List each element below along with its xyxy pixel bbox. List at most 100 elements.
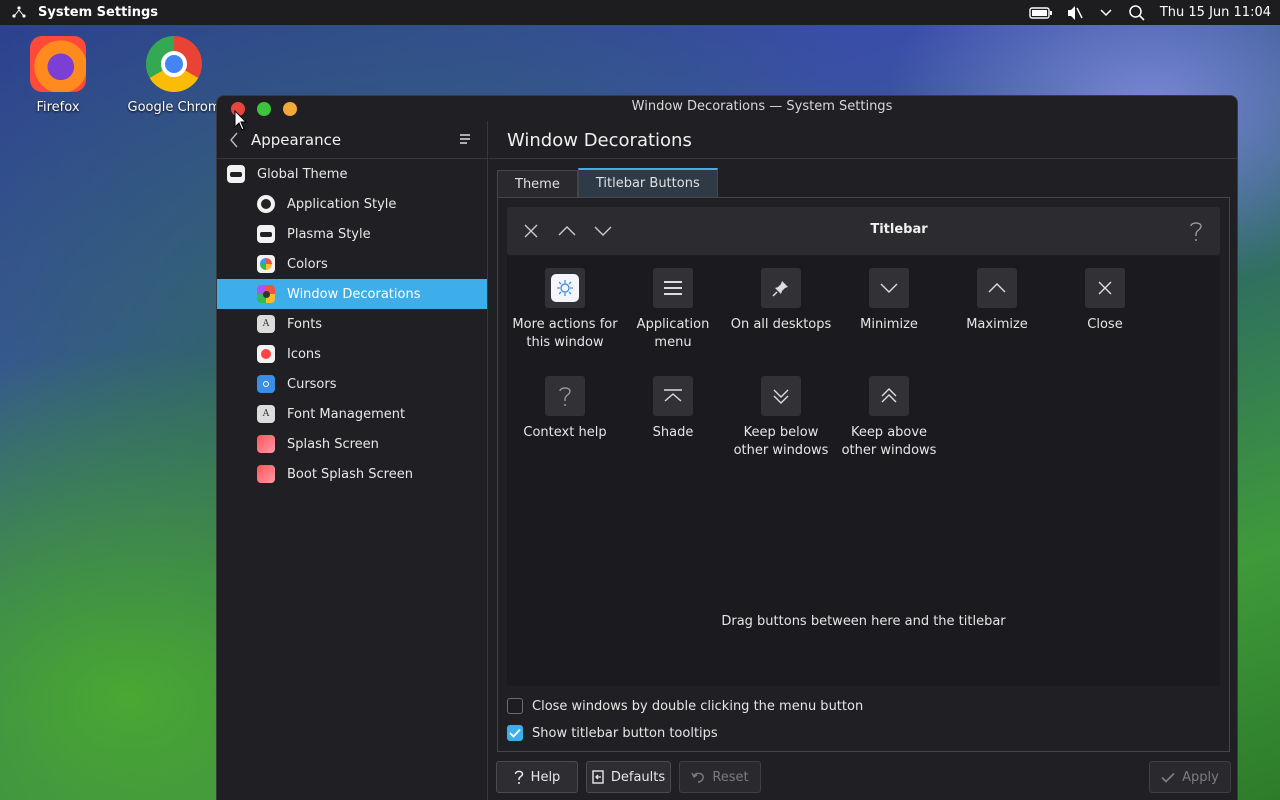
sidebar-item-fonts[interactable]: A Fonts [217,309,487,339]
desktop-icon-firefox[interactable]: Firefox [8,36,108,115]
button-keep-below[interactable]: Keep below other windows [727,376,835,460]
checkmark-icon [1161,772,1175,783]
button-close[interactable]: Close [1051,268,1159,334]
button-maximize[interactable]: Maximize [943,268,1051,334]
top-panel: System Settings Thu 15 Jun 11:04 [0,0,1280,25]
reset-button[interactable]: Reset [679,761,761,793]
desktop-icon-label: Google Chrom [127,100,221,115]
splash-screen-icon [257,435,275,453]
sidebar-item-splash-screen[interactable]: Splash Screen [217,429,487,459]
keep-above-icon [869,376,909,416]
question-mark-icon[interactable] [1186,221,1206,241]
apply-button[interactable]: Apply [1149,761,1231,793]
defaults-button[interactable]: Defaults [586,761,671,793]
tab-theme[interactable]: Theme [497,170,578,198]
chevron-down-icon[interactable] [1092,0,1120,25]
titlebar-preview[interactable]: Titlebar [507,207,1220,255]
defaults-icon [592,770,604,784]
option-close-double-click[interactable]: Close windows by double clicking the men… [507,698,863,714]
sidebar-item-label: Window Decorations [287,286,421,302]
button-more-actions[interactable]: More actions for this window [511,268,619,352]
desktop-icon-label: Firefox [36,100,80,115]
sidebar-item-window-decorations[interactable]: Window Decorations [217,279,487,309]
tab-bar: Theme Titlebar Buttons [497,168,718,198]
defaults-button-label: Defaults [610,769,666,785]
system-tray: Thu 15 Jun 11:04 [1024,0,1280,25]
button-minimize[interactable]: Minimize [835,268,943,334]
fonts-icon: A [257,315,275,333]
drag-hint: Drag buttons between here and the titleb… [721,614,1006,629]
app-launcher-button[interactable] [0,0,38,25]
desktop-icon-chrome[interactable]: Google Chrom [124,36,224,115]
titlebar-buttons-panel: Titlebar More actions for this window Ap… [497,197,1230,752]
button-label: On all desktops [730,317,832,332]
sidebar-item-label: Plasma Style [287,226,371,242]
sidebar-item-boot-splash-screen[interactable]: Boot Splash Screen [217,459,487,489]
search-icon[interactable] [1120,0,1154,25]
sidebar-title: Appearance [251,130,342,149]
colors-icon [257,255,275,273]
sidebar-item-label: Fonts [287,316,323,332]
maximize-icon [977,268,1017,308]
battery-icon[interactable] [1024,0,1058,25]
volume-muted-icon[interactable] [1058,0,1092,25]
button-application-menu[interactable]: Application menu [619,268,727,352]
font-management-icon: A [257,405,275,423]
page-title: Window Decorations [489,121,1237,159]
button-label: Keep below other windows [733,425,829,458]
titlebar-preview-title: Titlebar [870,222,928,237]
sidebar-item-icons[interactable]: Icons [217,339,487,369]
button-label: More actions for this window [512,317,618,350]
tab-titlebar-buttons[interactable]: Titlebar Buttons [577,168,718,198]
sidebar-item-font-management[interactable]: A Font Management [217,399,487,429]
launcher-icon [12,5,26,18]
more-actions-icon [545,268,585,308]
window-title: Window Decorations — System Settings [631,99,893,114]
chevron-left-icon [230,132,238,147]
settings-window: Window Decorations — System Settings App… [216,95,1238,800]
button-context-help[interactable]: Context help [511,376,619,442]
hamburger-menu-button[interactable] [459,133,475,147]
boot-splash-screen-icon [257,465,275,483]
undo-icon [691,772,705,783]
cursors-icon [257,375,275,393]
button-shade[interactable]: Shade [619,376,727,442]
panel-app-name[interactable]: System Settings [38,5,158,20]
button-label: Keep above other windows [841,425,937,458]
shade-icon [653,376,693,416]
sidebar-item-label: Cursors [287,376,337,392]
window-titlebar[interactable]: Window Decorations — System Settings [217,96,1237,121]
context-help-icon [545,376,585,416]
keep-below-icon [761,376,801,416]
option-label: Close windows by double clicking the men… [532,698,864,714]
help-button[interactable]: Help [496,761,578,793]
button-label: Maximize [966,317,1028,332]
sidebar-item-global-theme[interactable]: Global Theme [217,159,487,189]
sidebar-item-plasma-style[interactable]: Plasma Style [217,219,487,249]
button-label: Context help [523,425,607,440]
sidebar-item-application-style[interactable]: Application Style [217,189,487,219]
sidebar-item-label: Icons [287,346,321,362]
mouse-cursor-icon [234,110,248,131]
button-on-all-desktops[interactable]: On all desktops [727,268,835,334]
reset-button-label: Reset [712,769,749,785]
show-tooltips-checkbox[interactable] [507,725,523,741]
sidebar: Appearance Global Theme Application Styl… [217,121,488,800]
close-double-click-checkbox[interactable] [507,698,523,714]
option-label: Show titlebar button tooltips [532,725,718,741]
apply-button-label: Apply [1182,769,1219,785]
plasma-style-icon [257,225,275,243]
available-buttons-area[interactable]: More actions for this window Application… [507,256,1220,686]
sidebar-item-label: Splash Screen [287,436,379,452]
clock[interactable]: Thu 15 Jun 11:04 [1154,5,1280,20]
hamburger-icon [460,134,470,144]
sidebar-item-label: Font Management [287,406,406,422]
sidebar-item-label: Boot Splash Screen [287,466,413,482]
minimize-icon [869,268,909,308]
sidebar-item-colors[interactable]: Colors [217,249,487,279]
button-keep-above[interactable]: Keep above other windows [835,376,943,460]
sidebar-item-cursors[interactable]: Cursors [217,369,487,399]
content-area: Window Decorations Theme Titlebar Button… [489,121,1237,800]
option-show-tooltips[interactable]: Show titlebar button tooltips [507,725,718,741]
button-label: Minimize [860,317,918,332]
